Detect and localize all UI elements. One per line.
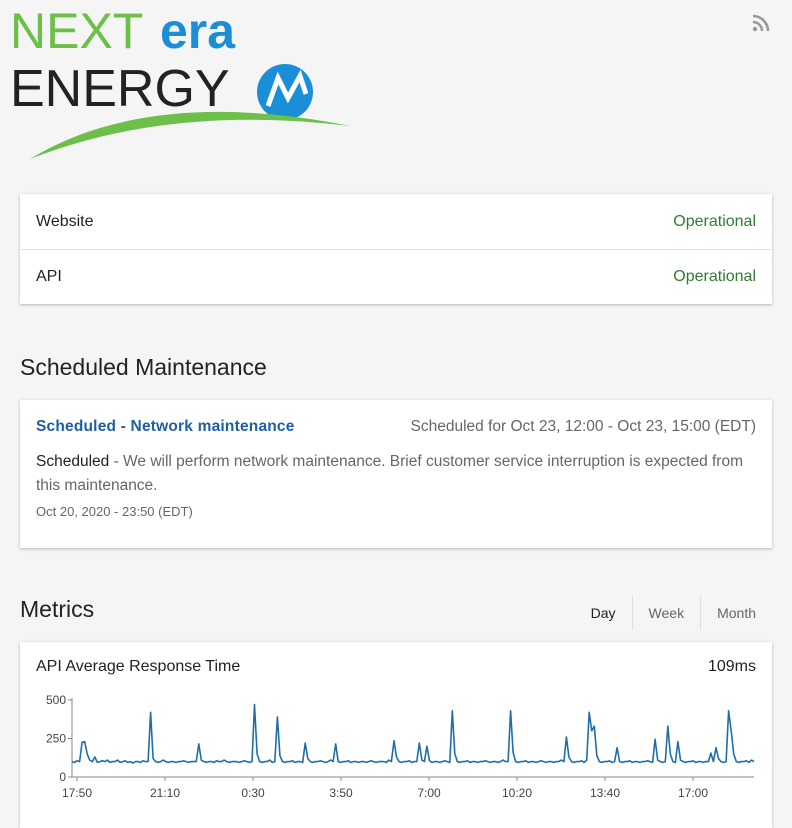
x-tick-label: 0:30 bbox=[241, 786, 265, 800]
x-tick-label: 17:50 bbox=[62, 786, 92, 800]
x-tick-label: 7:00 bbox=[417, 786, 441, 800]
metric-card: API Average Response Time 109ms 0 250 500 1… bbox=[20, 642, 772, 828]
component-status: Operational bbox=[673, 268, 756, 285]
y-tick-label: 500 bbox=[46, 693, 66, 707]
component-name: Website bbox=[36, 212, 94, 230]
maintenance-status-label: Scheduled bbox=[36, 453, 110, 470]
maintenance-schedule: Scheduled for Oct 23, 12:00 - Oct 23, 15… bbox=[410, 418, 756, 435]
maintenance-message: Scheduled - We will perform network main… bbox=[36, 450, 756, 498]
logo-text-next: NEXT bbox=[10, 6, 143, 59]
x-tick-label: 21:10 bbox=[150, 786, 180, 800]
logo-swoosh bbox=[30, 111, 350, 159]
maintenance-heading: Scheduled Maintenance bbox=[20, 354, 267, 380]
components-list: Website Operational API Operational bbox=[20, 194, 772, 304]
maintenance-message-text: - We will perform network maintenance. B… bbox=[36, 453, 743, 494]
component-website[interactable]: Website Operational bbox=[20, 194, 772, 249]
metrics-heading: Metrics bbox=[20, 596, 95, 622]
logo-text-era: era bbox=[160, 6, 236, 59]
tab-week[interactable]: Week bbox=[631, 596, 701, 630]
x-tick-label: 13:40 bbox=[590, 786, 620, 800]
maintenance-card: Scheduled - Network maintenance Schedule… bbox=[20, 400, 772, 548]
logo-text-energy: ENERGY bbox=[10, 60, 230, 118]
rss-icon[interactable] bbox=[752, 14, 770, 32]
component-name: API bbox=[36, 268, 62, 285]
component-status: Operational bbox=[673, 212, 756, 230]
tab-day[interactable]: Day bbox=[575, 596, 632, 630]
response-time-chart: 0 250 500 17:50 21:10 0:30 3:50 7:00 10:20 13:40 1… bbox=[46, 693, 755, 800]
x-tick-label: 3:50 bbox=[329, 786, 353, 800]
x-tick-label: 10:20 bbox=[502, 786, 532, 800]
logo-globe-icon bbox=[257, 64, 313, 120]
tab-month[interactable]: Month bbox=[700, 596, 772, 630]
x-tick-label: 17:00 bbox=[678, 786, 708, 800]
maintenance-title-link[interactable]: Scheduled - Network maintenance bbox=[36, 418, 295, 436]
maintenance-posted-date: Oct 20, 2020 - 23:50 (EDT) bbox=[36, 504, 193, 519]
metrics-range-tabs: Day Week Month bbox=[575, 596, 772, 630]
series-line bbox=[71, 703, 755, 764]
y-tick-label: 0 bbox=[59, 770, 66, 784]
company-logo: NEXT era ENERGY bbox=[10, 6, 355, 164]
y-tick-label: 250 bbox=[46, 732, 66, 746]
component-api[interactable]: API Operational bbox=[20, 249, 772, 304]
